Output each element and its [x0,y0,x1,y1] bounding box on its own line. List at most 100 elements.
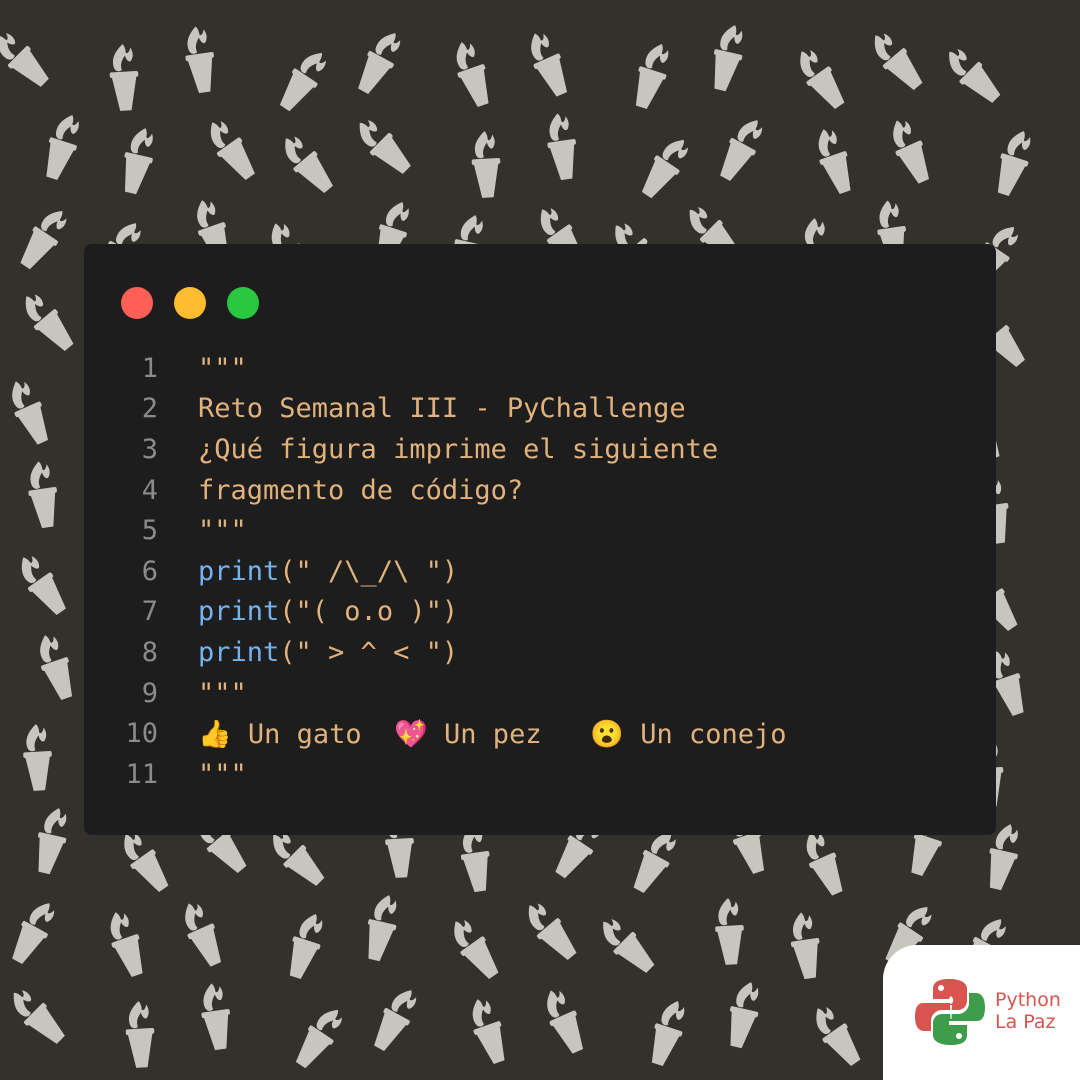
python-logo-icon [915,979,985,1045]
line-content: """ [198,515,247,546]
torch-icon [810,124,859,197]
torch-icon [864,26,930,96]
code-text: ¿Qué figura imprime el siguiente [198,433,719,465]
torch-icon [102,907,151,980]
torch-icon [38,110,86,183]
line-content: """ [198,759,247,790]
torch-icon [789,43,852,114]
torch-icon [643,996,692,1069]
code-line: 9 """ [84,673,996,714]
torch-icon [706,21,749,94]
torch-icon [712,113,770,186]
torch-icon [713,897,746,966]
code-line: 10 👍 Un gato 💖 Un pez 😮 Un conejo [84,713,996,754]
code-text: ("( o.o )") [279,596,459,628]
torch-icon [360,891,403,964]
maximize-dot[interactable] [227,287,259,319]
torch-icon [626,825,684,898]
torch-icon [11,549,73,620]
code-line: 2 Reto Semanal III - PyChallenge [84,389,996,430]
torch-icon [448,37,497,110]
line-number: 5 [141,515,158,547]
line-content: 👍 Un gato 💖 Un pez 😮 Un conejo [198,718,787,750]
line-content: print("( o.o )") [198,596,458,627]
code-text: """ [198,352,247,384]
torch-icon [124,1000,157,1069]
window-controls [121,287,259,319]
torch-icon [464,994,513,1067]
torch-icon [593,911,661,979]
line-number: 6 [141,555,158,587]
line-content: ¿Qué figura imprime el siguiente [198,434,718,465]
torch-icon [786,910,825,981]
torch-icon [4,896,62,969]
torch-icon [349,112,417,180]
torch-icon [883,114,937,188]
code-text: """ [198,677,247,709]
line-content: Reto Semanal III - PyChallenge [198,393,686,424]
torch-icon [805,1000,868,1071]
torch-icon [15,287,81,357]
torch-icon [274,129,340,199]
torch-icon [634,131,696,204]
torch-icon [175,897,229,971]
torch-icon [2,375,56,449]
torch-icon [200,114,262,185]
line-content: print(" /\_/\ ") [198,556,458,587]
line-number: 11 [125,758,158,790]
line-number: 8 [141,636,158,668]
torch-icon [989,126,1038,199]
code-keyword: print [198,636,280,668]
line-content: print(" > ^ < ") [198,637,458,668]
code-line: 4 fragmento de código? [84,470,996,511]
logo-line-1: Python [995,989,1061,1011]
line-number: 2 [141,393,158,425]
torch-icon [470,130,503,199]
torch-icon [288,1001,350,1074]
code-line: 8 print(" > ^ < ") [84,632,996,673]
close-dot[interactable] [121,287,153,319]
code-text: Reto Semanal III - PyChallenge [198,393,686,425]
code-line: 1 """ [84,348,996,389]
line-number: 7 [141,596,158,628]
torch-icon [0,25,55,93]
torch-icon [281,909,330,982]
code-text: (" /\_/\ ") [279,555,459,587]
logo-text: Python La Paz [995,989,1061,1033]
code-line: 6 print(" /\_/\ ") [84,551,996,592]
code-text: """ [198,758,247,790]
line-number: 3 [141,433,158,465]
code-line: 11 """ [84,754,996,795]
torch-icon [443,913,506,984]
code-line: 5 """ [84,510,996,551]
line-number: 4 [141,474,158,506]
torch-icon [197,981,235,1052]
torch-icon [116,124,160,197]
code-text: 👍 Un gato 💖 Un pez 😮 Un conejo [198,718,787,750]
torch-icon [350,26,408,99]
torch-icon [3,982,71,1050]
torch-icon [518,896,584,966]
torch-icon [113,826,176,897]
code-text: fragmento de código? [198,474,524,506]
logo-line-2: La Paz [995,1011,1056,1033]
code-keyword: print [198,555,280,587]
code-editor: 1 """ 2 Reto Semanal III - PyChallenge 3 ¿Q… [84,348,996,795]
minimize-dot[interactable] [174,287,206,319]
torch-icon [13,202,75,275]
code-keyword: print [198,596,280,628]
line-content: fragmento de código? [198,475,523,506]
line-content: """ [198,353,247,384]
line-number: 1 [141,352,158,384]
line-content: """ [198,678,247,709]
code-line: 3 ¿Qué figura imprime el siguiente [84,429,996,470]
torch-icon [31,630,81,703]
torch-icon [30,804,73,877]
python-la-paz-logo: Python La Paz [883,945,1080,1080]
line-number: 9 [141,677,158,709]
code-window: 1 """ 2 Reto Semanal III - PyChallenge 3 ¿Q… [84,244,996,835]
torch-icon [537,984,591,1058]
torch-icon [21,723,54,792]
torch-icon [24,459,62,530]
code-text: (" > ^ < ") [279,636,459,668]
